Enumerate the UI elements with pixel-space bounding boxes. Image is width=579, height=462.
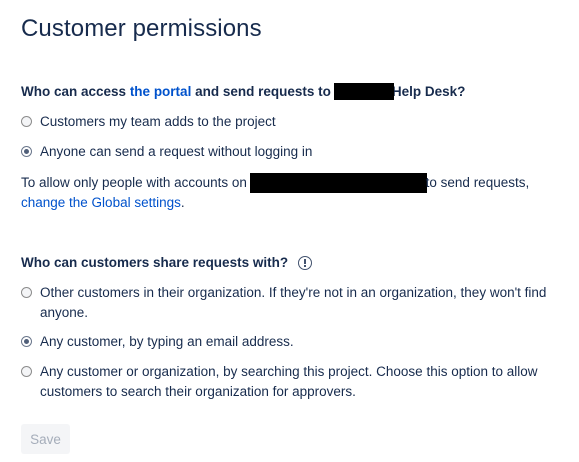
- radio-share-organization[interactable]: [21, 287, 32, 298]
- radio-customers-team-adds[interactable]: [21, 116, 32, 127]
- warning-circle-icon[interactable]: [298, 255, 313, 270]
- global-settings-link[interactable]: change the Global settings: [21, 195, 181, 210]
- radio-anyone-without-login[interactable]: [21, 146, 32, 157]
- access-option-anyone[interactable]: Anyone can send a request without loggin…: [21, 142, 569, 162]
- share-requests-question: Who can customers share requests with?: [21, 255, 313, 270]
- option-label: Other customers in their organization. I…: [40, 285, 547, 320]
- page-title: Customer permissions: [21, 15, 262, 42]
- option-label: Any customer, by typing an email address…: [40, 334, 294, 349]
- redacted-site-name: [249, 173, 427, 193]
- save-button[interactable]: Save: [21, 424, 70, 454]
- share-option-email[interactable]: Any customer, by typing an email address…: [21, 332, 569, 352]
- option-label: Anyone can send a request without loggin…: [40, 144, 313, 159]
- access-option-team-adds[interactable]: Customers my team adds to the project: [21, 112, 569, 132]
- global-settings-info: To allow only people with accounts on to…: [21, 173, 530, 210]
- option-label: Any customer or organization, by searchi…: [40, 364, 538, 399]
- portal-link[interactable]: the portal: [130, 84, 192, 99]
- radio-share-search[interactable]: [21, 366, 32, 377]
- share-option-search[interactable]: Any customer or organization, by searchi…: [21, 362, 569, 402]
- redacted-project-name: [333, 82, 394, 100]
- radio-share-email[interactable]: [21, 336, 32, 347]
- share-option-organization[interactable]: Other customers in their organization. I…: [21, 283, 569, 323]
- portal-access-question: Who can access the portal and send reque…: [21, 82, 466, 100]
- option-label: Customers my team adds to the project: [40, 114, 276, 129]
